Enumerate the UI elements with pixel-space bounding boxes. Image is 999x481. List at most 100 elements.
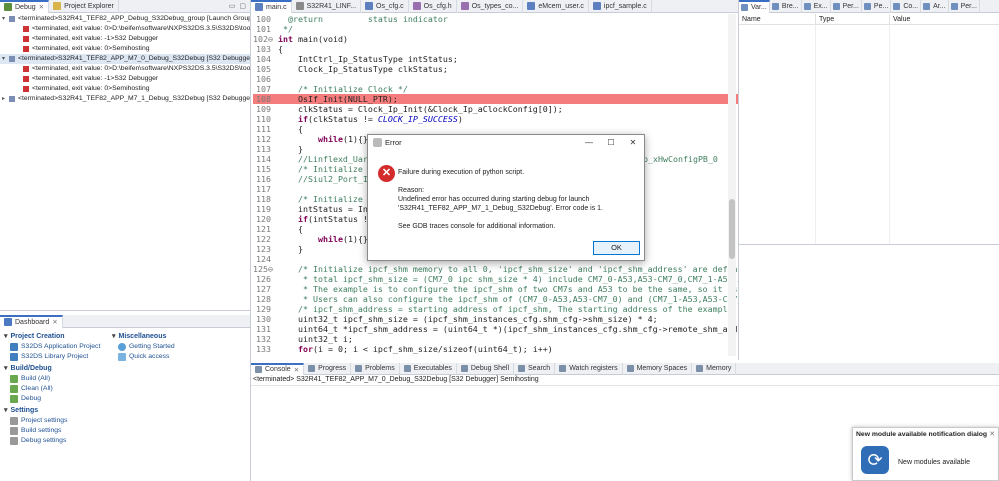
editor-tabbar: main.c S32R41_LINF... Os_cfg.c Os_cfg.h Os_t… <box>251 0 738 13</box>
notification-dialog: New module available notification dialog… <box>852 427 999 481</box>
tree-item[interactable]: ▾ <terminated>S32R41_TEF82_APP_M7_0_Debug… <box>0 54 250 64</box>
tree-item-label: <terminated>S32R41_TEF82_APP_M7_0_Debug_… <box>18 55 250 62</box>
editor-tab[interactable]: Os_cfg.h <box>409 0 457 13</box>
console-tab[interactable]: Executables <box>400 362 457 375</box>
tree-item[interactable]: <terminated, exit value: 0>Semihosting <box>0 44 250 54</box>
console-tab[interactable]: Memory Spaces <box>623 362 693 375</box>
right-panel-tab[interactable]: Bre... <box>770 0 802 13</box>
error-icon: ✕ <box>378 165 395 182</box>
line-number: 125⊖ <box>253 264 273 274</box>
dashboard-link[interactable]: Clean (All) <box>4 384 112 394</box>
line-number: 105 <box>256 64 271 74</box>
file-icon <box>460 2 469 10</box>
dashboard-icon <box>4 318 12 326</box>
editor-tab[interactable]: Os_types_co... <box>457 0 524 13</box>
console-tab[interactable]: Progress <box>304 362 352 375</box>
code-line: 108 OsIf_Init(NULL_PTR); <box>253 94 738 104</box>
tab-project-explorer[interactable]: Project Explorer <box>49 0 119 13</box>
section-build-debug: ▾ Build/Debug <box>4 364 52 374</box>
right-panel-tab[interactable]: Ex... <box>802 0 831 13</box>
maximize-button[interactable]: ☐ <box>600 138 622 147</box>
variables-columns: Name Type Value <box>739 14 999 25</box>
editor-tab[interactable]: ipcf_sample.c <box>589 0 652 13</box>
code-text: Clock_Ip_StatusType clkStatus; <box>278 64 448 74</box>
tree-item[interactable]: <terminated, exit value: -1>S32 Debugger <box>0 74 250 84</box>
code-line: 103 { <box>253 44 738 54</box>
close-icon[interactable]: ✕ <box>294 366 299 374</box>
right-panel-tab[interactable]: Pe... <box>862 0 892 13</box>
dashboard-link[interactable]: S32DS Library Project <box>4 352 112 362</box>
line-number: 133 <box>256 344 271 354</box>
dashboard-link[interactable]: Project settings <box>4 416 112 426</box>
link-quick-access[interactable]: Quick access <box>112 352 242 362</box>
console-tab[interactable]: Debug Shell <box>457 362 515 375</box>
editor-tab[interactable]: S32R41_LINF... <box>292 0 362 13</box>
tab-debug[interactable]: Debug ✕ <box>0 0 50 13</box>
right-panel-tab[interactable]: Per... <box>831 0 862 13</box>
scrollbar-thumb[interactable] <box>729 199 735 259</box>
tab-dashboard[interactable]: Dashboard ✕ <box>0 314 63 328</box>
dialog-titlebar: Error — ☐ ✕ <box>368 135 644 150</box>
update-icon: ⟳ <box>861 446 889 474</box>
window-controls: — ☐ ✕ <box>578 138 644 147</box>
maximize-icon[interactable]: ▢ <box>239 2 246 10</box>
link-getting-started[interactable]: Getting Started <box>112 342 242 352</box>
code-line: 133 for(i = 0; i < ipcf_shm_size/sizeof(… <box>253 344 738 354</box>
code-line: 132 uint32_t i; <box>253 334 738 344</box>
tree-item[interactable]: <terminated, exit value: 0>D:\beifen\sof… <box>0 64 250 74</box>
chevron-down-icon[interactable]: ▾ <box>4 364 8 374</box>
chevron-down-icon[interactable]: ▾ <box>4 332 8 342</box>
dashboard-link[interactable]: Debug <box>4 394 112 404</box>
console-tab[interactable]: Problems <box>351 362 400 375</box>
tree-item[interactable]: <terminated, exit value: -1>S32 Debugger <box>0 34 250 44</box>
expand-icon[interactable]: ▾ <box>2 54 9 64</box>
reason-text: Undefined error has occurred during star… <box>398 196 604 212</box>
right-panel-tab[interactable]: Co... <box>891 0 922 13</box>
dashboard-link[interactable]: Build (All) <box>4 374 112 384</box>
code-line: 102⊖ int main(void) <box>253 34 738 44</box>
console-tab[interactable]: Watch registers <box>555 362 623 375</box>
tree-item[interactable]: <terminated, exit value: 0>Semihosting <box>0 84 250 94</box>
dashboard-link[interactable]: Debug settings <box>4 436 112 446</box>
close-button[interactable]: ✕ <box>622 138 644 147</box>
dashboard-link[interactable]: S32DS Application Project <box>4 342 112 352</box>
view-icon <box>626 365 634 372</box>
editor-scrollbar[interactable] <box>728 14 736 356</box>
close-icon[interactable]: ✕ <box>39 3 44 11</box>
code-text: int main(void) <box>278 34 348 44</box>
line-number: 108 <box>256 94 271 104</box>
close-icon[interactable]: ✕ <box>52 318 57 326</box>
editor-tab[interactable]: eMcem_user.c <box>523 0 589 13</box>
right-panel-tab[interactable]: Var... <box>739 0 770 13</box>
right-panel-tab[interactable]: Ar... <box>921 0 949 13</box>
column-type[interactable]: Type <box>815 14 889 24</box>
line-number: 121 <box>256 224 271 234</box>
chevron-down-icon[interactable]: ▾ <box>4 406 8 416</box>
right-panel-tab[interactable]: Per... <box>949 0 980 13</box>
minimize-button[interactable]: — <box>578 138 600 147</box>
console-tab[interactable]: Memory <box>692 362 737 375</box>
expand-icon[interactable]: ▸ <box>2 94 9 104</box>
tree-item-label: <terminated, exit value: 0>Semihosting <box>32 45 150 52</box>
close-icon[interactable]: ✕ <box>989 430 995 438</box>
tree-item[interactable]: ▸ <terminated>S32R41_TEF82_APP_M7_1_Debug… <box>0 94 250 104</box>
console-tab[interactable]: Search <box>514 362 556 375</box>
column-name[interactable]: Name <box>739 14 815 24</box>
ok-button[interactable]: OK <box>593 241 640 255</box>
tree-item[interactable]: <terminated, exit value: 0>D:\beifen\sof… <box>0 24 250 34</box>
expand-icon[interactable]: ▾ <box>2 14 9 24</box>
column-value[interactable]: Value <box>889 14 999 24</box>
section-miscellaneous: ▾ Miscellaneous <box>112 333 167 340</box>
code-text: /* ipcf_shm_address = starting address o… <box>278 304 738 314</box>
file-icon <box>592 2 601 10</box>
code-text: */ <box>278 24 293 34</box>
dashboard-link[interactable]: Build settings <box>4 426 112 436</box>
editor-tab[interactable]: Os_cfg.c <box>361 0 409 13</box>
tree-item[interactable]: ▾ <terminated>S32R41_TEF82_APP_Debug_S32D… <box>0 14 250 24</box>
editor-tab[interactable]: main.c <box>251 0 292 13</box>
code-text: IntCtrl_Ip_StatusType intStatus; <box>278 54 458 64</box>
view-toolbar: ▭ ▢ <box>229 2 250 10</box>
minimize-icon[interactable]: ▭ <box>229 2 236 10</box>
console-tab[interactable]: Console ✕ <box>251 362 305 375</box>
divider <box>0 310 250 311</box>
